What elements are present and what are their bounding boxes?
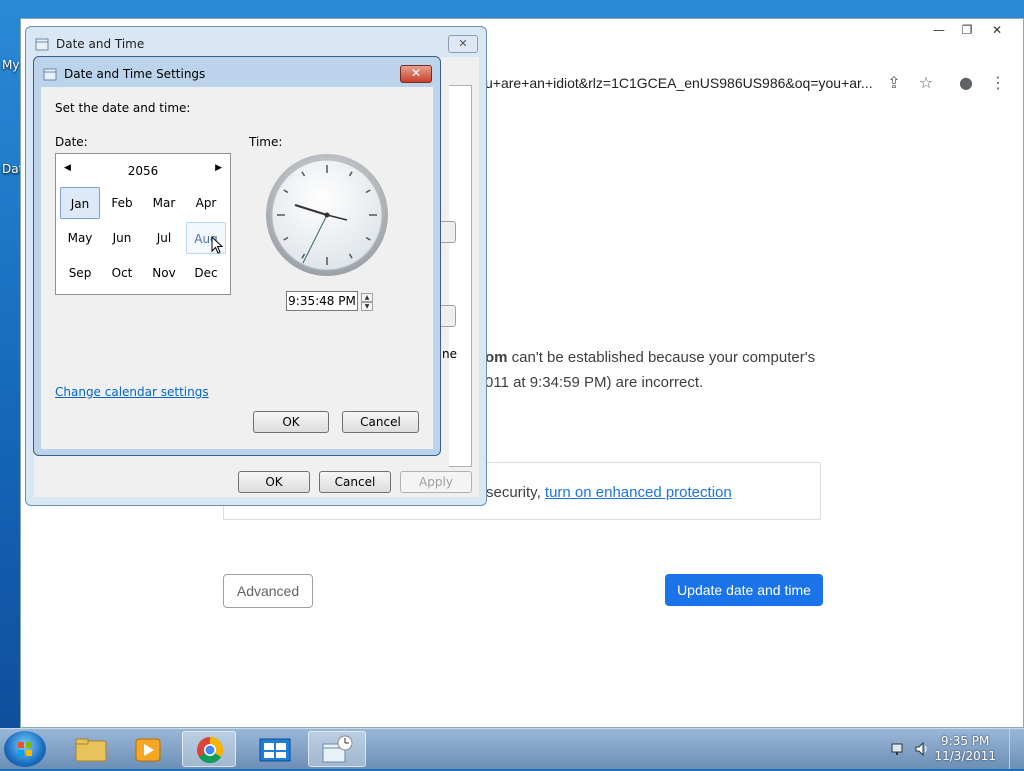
dialog-title: Date and Time Settings [64,67,206,81]
month-oct[interactable]: Oct [102,257,142,289]
calendar-icon [35,38,49,51]
calendar: ◀ 2056 ▶ Jan Feb Mar Apr May Jun Jul Aug… [55,153,231,295]
address-bar[interactable]: u+are+an+idiot&rlz=1C1GCEA_enUS986US986&… [485,75,885,91]
analog-clock [266,154,388,276]
error-line-2: 011 at 9:34:59 PM) are incorrect. [485,374,704,391]
calendar-icon [43,68,57,81]
tab-panel-edge [449,85,472,467]
network-icon[interactable] [890,741,906,757]
apply-button[interactable]: Apply [400,471,472,493]
next-year-icon[interactable]: ▶ [215,163,222,173]
dialog-title: Date and Time [56,37,145,51]
date-label: Date: [55,135,88,149]
protection-text: security, turn on enhanced protection [486,484,732,501]
month-feb[interactable]: Feb [102,187,142,219]
calendar-year[interactable]: 2056 [56,164,230,178]
error-domain-fragment: om [485,349,508,366]
month-mar[interactable]: Mar [144,187,184,219]
folder-icon [75,738,107,762]
advanced-button[interactable]: Advanced [223,574,313,608]
share-icon[interactable]: ⇪ [883,72,905,94]
time-input[interactable]: 9:35:48 PM [286,291,358,311]
windows-logo-icon [18,742,32,756]
bookmark-star-icon[interactable]: ☆ [915,72,937,94]
taskbar-media-player[interactable] [122,731,176,767]
taskbar-date-time[interactable] [308,731,366,767]
instruction-text: Set the date and time: [55,101,191,115]
media-player-icon [135,738,161,762]
start-button[interactable] [4,731,46,767]
clock-time: 9:35 PM [941,734,990,748]
desktop-icon-label[interactable]: My [2,58,19,72]
time-label: Time: [249,135,283,149]
volume-icon[interactable] [914,741,930,757]
cancel-button[interactable]: Cancel [342,411,419,433]
menu-icon[interactable]: ⋮ [987,72,1009,94]
chrome-icon [197,736,224,764]
show-desktop-button[interactable] [1009,729,1024,769]
month-nov[interactable]: Nov [144,257,184,289]
profile-icon[interactable]: ● [955,72,977,94]
close-icon[interactable]: ✕ [983,21,1011,39]
taskbar-chrome[interactable] [182,731,236,767]
dialog-body: Set the date and time: Date: Time: ◀ 205… [41,87,433,449]
protection-prefix: security, [486,484,545,501]
ok-button[interactable]: OK [238,471,310,493]
month-may[interactable]: May [60,222,100,254]
clock-date: 11/3/2011 [934,749,996,763]
change-calendar-settings-link[interactable]: Change calendar settings [55,385,209,399]
cancel-button[interactable]: Cancel [319,471,391,493]
minimize-icon[interactable]: — [925,21,953,39]
ok-button[interactable]: OK [253,411,329,433]
update-date-time-button[interactable]: Update date and time [665,574,823,606]
time-down-icon[interactable]: ▼ [361,302,373,311]
month-dec[interactable]: Dec [186,257,226,289]
month-jun[interactable]: Jun [102,222,142,254]
enhanced-protection-link[interactable]: turn on enhanced protection [545,484,732,501]
close-icon[interactable]: ✕ [400,65,432,83]
error-line-1: om can't be established because your com… [485,349,815,366]
month-apr[interactable]: Apr [186,187,226,219]
date-time-icon [322,735,353,763]
date-time-settings-dialog: Date and Time Settings ✕ Set the date an… [33,56,441,456]
taskbar-explorer[interactable] [64,731,118,767]
month-sep[interactable]: Sep [60,257,100,289]
month-jan[interactable]: Jan [60,187,100,219]
system-clock[interactable]: 9:35 PM 11/3/2011 [934,734,996,764]
mouse-cursor-icon [211,236,224,254]
taskbar-windows-app[interactable] [248,731,302,767]
month-jul[interactable]: Jul [144,222,184,254]
window-app-icon [259,738,291,762]
error-line-1-text: can't be established because your comput… [507,349,816,366]
maximize-icon[interactable]: ❐ [953,21,981,39]
taskbar: 9:35 PM 11/3/2011 [0,728,1024,769]
time-up-icon[interactable]: ▲ [361,293,373,302]
partial-label: ne [442,347,457,361]
close-icon[interactable]: ✕ [448,35,478,53]
